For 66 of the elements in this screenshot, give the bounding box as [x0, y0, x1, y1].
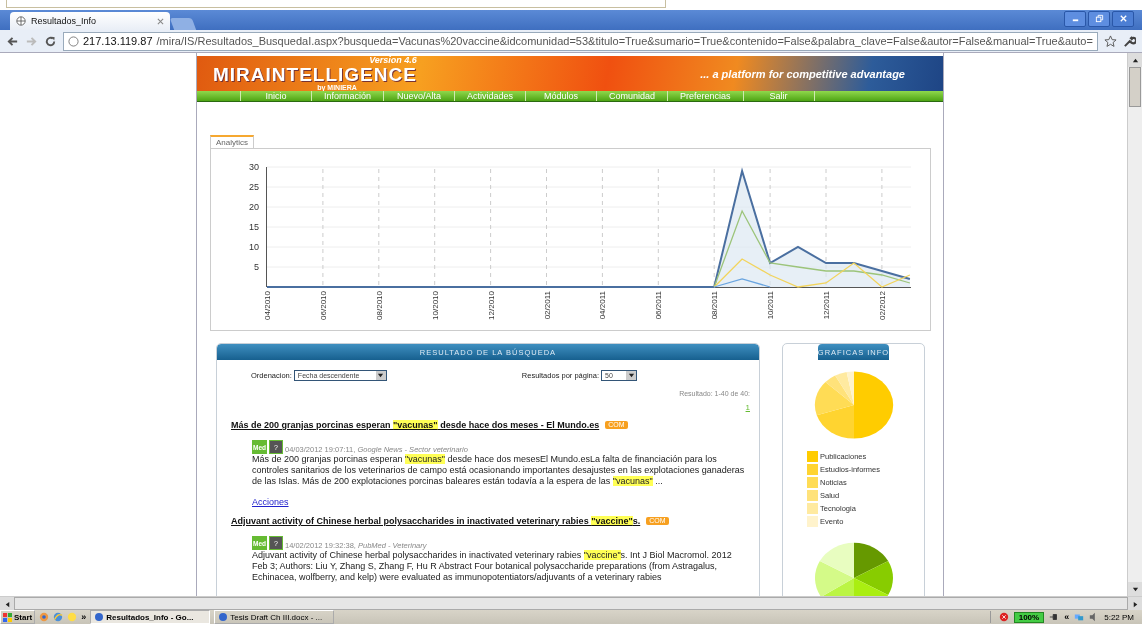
result-summary: Más de 200 granjas porcinas esperan "vacunas" desde hace dos mesesEl Mundo.esLa falta de financiación para los controles sanitarios de los veterinarios de campo está ocasionando importantes desajustes en las explotaciones ganaderas de las Islas. Más de 200 explotaciones porcinas baleares están todavía a la espera de las "vacunas" ...: [252, 454, 746, 487]
restore-icon: [1094, 14, 1104, 23]
close-icon: [1118, 14, 1128, 23]
tab-title: Resultados_Info: [31, 16, 97, 26]
app-icon: [95, 613, 104, 621]
y-tick-label: 25: [249, 182, 259, 192]
y-tick-label: 5: [254, 262, 259, 272]
up-arrow-icon[interactable]: [1131, 56, 1139, 64]
more-button[interactable]: »: [81, 612, 87, 622]
browser-icon[interactable]: [39, 612, 50, 622]
plug-icon[interactable]: [1049, 612, 1060, 622]
x-tick-label: 12/2011: [822, 291, 831, 320]
left-arrow-icon[interactable]: [3, 600, 11, 608]
back-icon[interactable]: [6, 34, 19, 48]
x-tick-label: 08/2010: [374, 291, 384, 320]
browser-tab[interactable]: Resultados_Info: [10, 12, 170, 30]
x-tick-label: 02/2012: [877, 291, 887, 320]
x-tick-label: 12/2010: [486, 291, 496, 320]
dropdown-arrow-icon: [377, 372, 385, 379]
address-bar[interactable]: 217.13.119.87 /mira/IS/Resultados_BusquedaI.aspx?busqueda=Vacunas%20vaccine&idcomunidad=53&titulo=True&sumario=True&contenido=False&palabra_clave=False&autor=False&manual=True&auto=: [63, 31, 1098, 51]
restore-button[interactable]: [1088, 10, 1110, 27]
globe-icon: [16, 16, 26, 26]
x-tick-label: 02/2011: [542, 291, 552, 320]
y-tick-label: 20: [249, 202, 259, 212]
flag-icon: [3, 612, 12, 622]
wrench-icon[interactable]: [1123, 34, 1136, 48]
vertical-scrollbar[interactable]: [1127, 53, 1142, 596]
x-tick-label: 10/2011: [766, 291, 776, 320]
down-arrow-icon[interactable]: [1131, 585, 1139, 593]
close-icon[interactable]: [157, 17, 164, 25]
task-label: Resultados_Info - Go...: [106, 612, 194, 622]
scroll-thumb[interactable]: [1129, 67, 1141, 107]
globe-icon[interactable]: [53, 612, 64, 622]
warning-icon[interactable]: [998, 612, 1009, 622]
close-button[interactable]: [1112, 10, 1134, 27]
start-button[interactable]: Start: [0, 610, 36, 624]
taskbar-button[interactable]: Resultados_Info - Go...: [90, 610, 211, 624]
result-title-link[interactable]: Adjuvant activity of Chinese herbal polysaccharides in inactivated veterinary rabies "vaccine"s.: [231, 516, 641, 526]
app-icon: [219, 613, 228, 621]
y-tick-label: 10: [249, 242, 259, 252]
x-tick-label: 06/2010: [318, 291, 328, 320]
minimize-button[interactable]: [1064, 10, 1086, 27]
right-arrow-icon[interactable]: [1131, 600, 1139, 608]
task-label: Tesis Draft Ch III.docx - ...: [230, 612, 323, 622]
reload-icon[interactable]: [44, 34, 57, 48]
clock: 5:22 PM: [1104, 612, 1134, 622]
analytics-tab[interactable]: Analytics: [210, 135, 254, 148]
y-tick-label: 15: [249, 222, 259, 232]
x-tick-label: 04/2010: [263, 291, 272, 320]
new-tab-button[interactable]: [169, 18, 197, 30]
star-icon[interactable]: [1104, 34, 1117, 48]
tray-expand-button[interactable]: «: [1064, 612, 1070, 622]
logo-text: MIRAINTELLIGENCE: [213, 65, 417, 84]
taskbar-button[interactable]: Tesis Draft Ch III.docx - ...: [214, 610, 335, 624]
x-tick-label: 10/2010: [430, 291, 440, 320]
y-tick-label: 30: [249, 162, 259, 172]
slogan: ... a platform for competitive advantage: [700, 67, 905, 80]
zoom-level[interactable]: 100%: [1013, 611, 1045, 623]
result-title-link[interactable]: Más de 200 granjas porcinas esperan "vacunas" desde hace dos meses - El Mundo.es: [231, 420, 600, 430]
actions-link[interactable]: Acciones: [252, 497, 289, 507]
x-tick-label: 08/2011: [710, 291, 720, 320]
x-tick-label: 04/2011: [598, 291, 608, 320]
dropdown-arrow-icon: [627, 372, 635, 379]
x-tick-label: 06/2011: [654, 291, 664, 320]
version-label: Version 4.6: [369, 56, 417, 65]
page-icon: [68, 35, 79, 47]
